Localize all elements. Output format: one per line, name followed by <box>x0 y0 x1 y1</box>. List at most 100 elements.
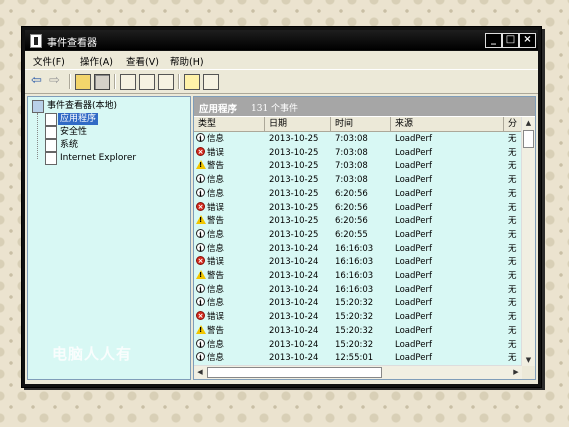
export-icon[interactable] <box>139 74 155 90</box>
table-row[interactable]: i 信息 2013-10-24 15:20:32 LoadPerf 无 <box>194 296 522 310</box>
info-icon: i <box>196 352 205 362</box>
show-tree-icon[interactable] <box>94 74 110 90</box>
properties-icon[interactable] <box>120 74 136 90</box>
horizontal-scroll-thumb[interactable] <box>207 367 382 378</box>
column-date[interactable]: 日期 <box>265 117 331 131</box>
table-row[interactable]: × 错误 2013-10-25 7:03:08 LoadPerf 无 <box>194 146 522 160</box>
vertical-scrollbar[interactable]: ▲ ▼ <box>521 117 535 366</box>
scroll-left-icon[interactable]: ◀ <box>194 366 206 379</box>
refresh-icon[interactable] <box>158 74 174 90</box>
table-row[interactable]: i 信息 2013-10-25 7:03:08 LoadPerf 无 <box>194 173 522 187</box>
warning-icon <box>196 270 206 279</box>
menu-file[interactable]: 文件(F) <box>33 54 65 68</box>
view-icon[interactable] <box>203 74 219 90</box>
vertical-scroll-thumb[interactable] <box>523 130 534 148</box>
table-row[interactable]: × 错误 2013-10-24 15:20:32 LoadPerf 无 <box>194 310 522 324</box>
event-viewer-window: 事件查看器 _ □ × 文件(F) 操作(A) 查看(V) 帮助(H) ⇦ ⇨ <box>21 26 542 388</box>
close-button[interactable]: × <box>519 33 536 48</box>
minimize-button[interactable]: _ <box>485 33 502 48</box>
date-cell: 2013-10-24 <box>269 339 319 350</box>
tree-item-internet-explorer[interactable]: Internet Explorer <box>28 152 188 165</box>
tree-root[interactable]: 事件查看器(本地) <box>28 100 188 113</box>
table-row[interactable]: i 信息 2013-10-24 12:55:01 LoadPerf 无 <box>194 351 522 365</box>
table-row[interactable]: i 信息 2013-10-24 15:20:32 LoadPerf 无 <box>194 338 522 352</box>
table-row[interactable]: 警告 2013-10-24 16:16:03 LoadPerf 无 <box>194 269 522 283</box>
toolbar: ⇦ ⇨ <box>25 70 538 94</box>
date-cell: 2013-10-25 <box>269 134 319 144</box>
table-row[interactable]: 警告 2013-10-24 15:20:32 LoadPerf 无 <box>194 324 522 338</box>
tree-item-application[interactable]: 应用程序 <box>28 113 188 126</box>
event-count: 131 个事件 <box>251 104 299 114</box>
scroll-down-icon[interactable]: ▼ <box>522 354 535 366</box>
toolbar-separator <box>69 74 71 89</box>
source-cell: LoadPerf <box>395 284 432 295</box>
table-row[interactable]: × 错误 2013-10-24 16:16:03 LoadPerf 无 <box>194 255 522 269</box>
tree-item-security[interactable]: 安全性 <box>28 126 188 139</box>
category-cell: 无 <box>508 271 517 281</box>
computer-icon <box>32 100 44 113</box>
menu-bar: 文件(F) 操作(A) 查看(V) 帮助(H) <box>25 51 538 70</box>
info-icon: i <box>196 228 205 239</box>
type-cell: 信息 <box>207 243 225 254</box>
console-tree: 事件查看器(本地) 应用程序 安全性 系统 Internet Explorer … <box>27 96 191 380</box>
date-cell: 2013-10-25 <box>269 175 319 186</box>
date-cell: 2013-10-25 <box>269 188 319 199</box>
scroll-right-icon[interactable]: ▶ <box>510 366 522 379</box>
date-cell: 2013-10-25 <box>269 229 319 240</box>
table-row[interactable]: 警告 2013-10-25 6:20:56 LoadPerf 无 <box>194 214 522 228</box>
time-cell: 7:03:08 <box>335 175 368 186</box>
menu-view[interactable]: 查看(V) <box>126 54 159 68</box>
column-source[interactable]: 来源 <box>391 117 504 131</box>
category-cell: 无 <box>508 353 517 364</box>
tree-item-system[interactable]: 系统 <box>28 139 188 152</box>
table-row[interactable]: i 信息 2013-10-25 7:03:08 LoadPerf 无 <box>194 132 522 146</box>
event-viewer-app-icon[interactable] <box>30 34 42 48</box>
source-cell: LoadPerf <box>395 325 432 336</box>
horizontal-scrollbar[interactable]: ◀ ▶ <box>194 365 522 379</box>
column-time[interactable]: 时间 <box>331 117 391 131</box>
scroll-up-icon[interactable]: ▲ <box>522 117 535 129</box>
category-cell: 无 <box>508 284 517 295</box>
type-cell: 信息 <box>207 229 225 240</box>
info-icon: i <box>196 174 205 184</box>
table-row[interactable]: i 信息 2013-10-25 6:20:55 LoadPerf 无 <box>194 228 522 242</box>
table-row[interactable]: i 信息 2013-10-25 6:20:56 LoadPerf 无 <box>194 187 522 201</box>
date-cell: 2013-10-24 <box>269 325 319 336</box>
source-cell: LoadPerf <box>395 243 432 254</box>
column-type[interactable]: 类型 <box>194 117 265 131</box>
time-cell: 16:16:03 <box>335 257 374 268</box>
back-arrow-icon[interactable]: ⇦ <box>31 74 42 88</box>
folder-up-icon[interactable] <box>75 74 91 90</box>
forward-arrow-icon[interactable]: ⇨ <box>49 74 60 88</box>
type-cell: 警告 <box>207 271 225 281</box>
date-cell: 2013-10-24 <box>269 312 319 323</box>
log-icon <box>45 126 57 139</box>
menu-action[interactable]: 操作(A) <box>80 54 113 68</box>
date-cell: 2013-10-24 <box>269 271 319 281</box>
error-icon: × <box>196 146 205 156</box>
main-area: 事件查看器(本地) 应用程序 安全性 系统 Internet Explorer … <box>27 96 536 380</box>
table-row[interactable]: 警告 2013-10-25 7:03:08 LoadPerf 无 <box>194 159 522 173</box>
toolbar-separator <box>178 74 180 89</box>
table-row[interactable]: i 信息 2013-10-24 16:16:03 LoadPerf 无 <box>194 283 522 297</box>
event-pane: 应用程序 131 个事件 类型 日期 时间 来源 分 i 信息 2013-10-25… <box>193 96 536 380</box>
size-grip[interactable] <box>522 366 535 379</box>
column-category[interactable]: 分 <box>504 117 522 131</box>
type-cell: 信息 <box>207 284 225 295</box>
menu-help[interactable]: 帮助(H) <box>170 54 204 68</box>
table-row[interactable]: i 信息 2013-10-24 16:16:03 LoadPerf 无 <box>194 242 522 256</box>
title-bar[interactable]: 事件查看器 _ □ × <box>25 30 538 50</box>
help-icon[interactable] <box>184 74 200 90</box>
client-area: 文件(F) 操作(A) 查看(V) 帮助(H) ⇦ ⇨ 事件查看器(本地) 应用… <box>25 51 538 384</box>
category-cell: 无 <box>508 175 517 186</box>
table-row[interactable]: × 错误 2013-10-25 6:20:56 LoadPerf 无 <box>194 201 522 215</box>
time-cell: 16:16:03 <box>335 271 374 281</box>
date-cell: 2013-10-24 <box>269 284 319 295</box>
time-cell: 6:20:55 <box>335 229 368 240</box>
event-list[interactable]: 类型 日期 时间 来源 分 i 信息 2013-10-25 7:03:08 LoadPe… <box>194 117 522 366</box>
time-cell: 16:16:03 <box>335 243 374 254</box>
maximize-button[interactable]: □ <box>502 33 519 48</box>
time-cell: 15:20:32 <box>335 312 374 323</box>
type-cell: 信息 <box>207 134 225 144</box>
source-cell: LoadPerf <box>395 161 432 172</box>
